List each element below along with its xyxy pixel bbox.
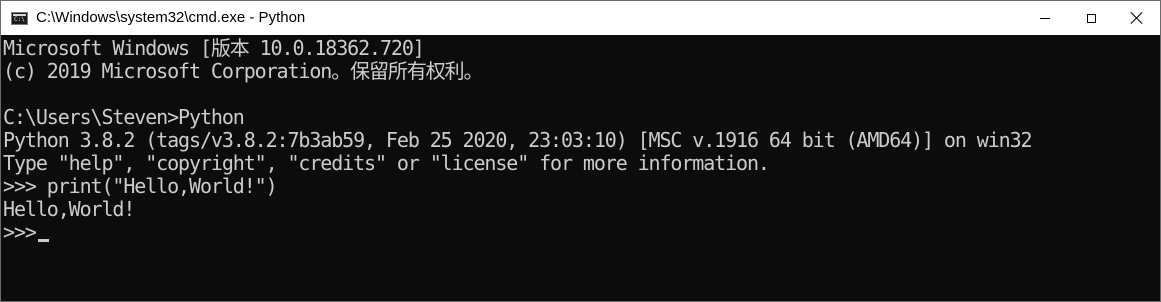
close-button[interactable] [1114, 1, 1160, 35]
console-line-os-version: Microsoft Windows [版本 10.0.18362.720] [3, 36, 425, 60]
console-prompt-line[interactable]: >>> [3, 221, 1160, 244]
console-line-copyright: (c) 2019 Microsoft Corporation。保留所有权利。 [3, 59, 484, 83]
maximize-icon [1086, 13, 1096, 23]
cmd-window: C:\ C:\Windows\system32\cmd.exe - Python… [0, 0, 1161, 302]
cmd-app-icon[interactable]: C:\ [11, 11, 28, 25]
cmd-icon-glyph: C:\ [14, 15, 25, 23]
window-title: C:\Windows\system32\cmd.exe - Python [36, 9, 306, 26]
text-cursor [37, 239, 49, 242]
console-line-output: Hello,World! [3, 197, 135, 221]
minimize-button[interactable] [1022, 1, 1068, 35]
close-icon [1131, 12, 1143, 24]
console-line-help-hint: Type "help", "copyright", "credits" or "… [3, 151, 770, 175]
minimize-icon [1040, 17, 1050, 19]
console-line-print-call: >>> print("Hello,World!") [3, 174, 278, 198]
maximize-button[interactable] [1068, 1, 1114, 35]
console-output[interactable]: Microsoft Windows [版本 10.0.18362.720] (c… [1, 35, 1160, 301]
title-bar[interactable]: C:\ C:\Windows\system32\cmd.exe - Python [1, 1, 1160, 35]
python-prompt: >>> [3, 220, 37, 244]
console-line-python-version: Python 3.8.2 (tags/v3.8.2:7b3ab59, Feb 2… [3, 128, 1033, 152]
console-line-command: C:\Users\Steven>Python [3, 105, 245, 129]
window-controls [1022, 1, 1160, 35]
